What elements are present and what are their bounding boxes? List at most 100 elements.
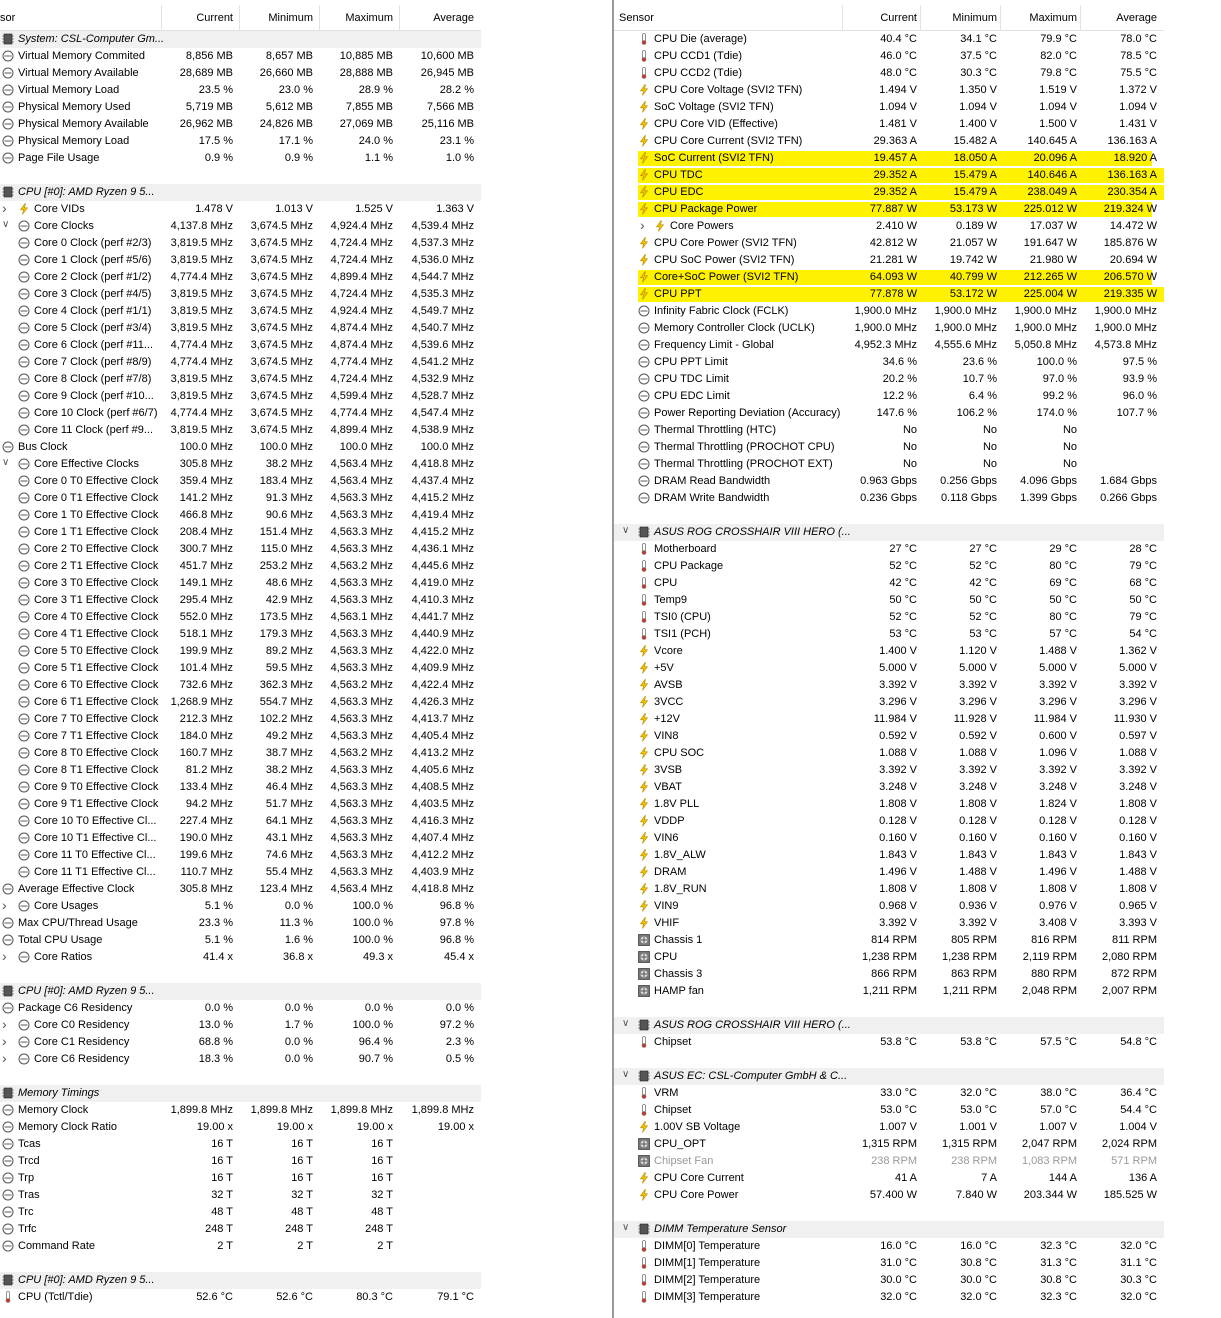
sensor-row[interactable]: Core 8 Clock (perf #7/8) 3,819.5 MHz 3,674… <box>0 371 481 388</box>
sensor-row[interactable]: Core 3 T1 Effective Clock 295.4 MHz 42.9 M… <box>0 592 481 609</box>
sensor-row[interactable]: 1.8V_ALW 1.843 V 1.843 V 1.843 V 1.843 V <box>614 847 1164 864</box>
sensor-row[interactable]: Vcore 1.400 V 1.120 V 1.488 V 1.362 V <box>614 643 1164 660</box>
sensor-row[interactable]: Chipset Fan 238 RPM 238 RPM 1,083 RPM 571 RP… <box>614 1153 1164 1170</box>
sensor-row[interactable]: Core 10 Clock (perf #6/7) 4,774.4 MHz 3,67… <box>0 405 481 422</box>
group-header-row[interactable]: Memory Timings <box>0 1085 481 1102</box>
sensor-row[interactable]: CPU CCD1 (Tdie) 46.0 °C 37.5 °C 82.0 °C 78.5… <box>614 48 1164 65</box>
sensor-row[interactable]: Thermal Throttling (PROCHOT EXT) No No No <box>614 456 1164 473</box>
sensor-row[interactable]: VIN8 0.592 V 0.592 V 0.600 V 0.597 V <box>614 728 1164 745</box>
sensor-row[interactable]: CPU CCD2 (Tdie) 48.0 °C 30.3 °C 79.8 °C 75.5… <box>614 65 1164 82</box>
sensor-row[interactable]: Frequency Limit - Global 4,952.3 MHz 4,555… <box>614 337 1164 354</box>
sensor-row[interactable]: CPU Core Power 57.400 W 7.840 W 203.344 W 18… <box>614 1187 1164 1204</box>
sensor-row[interactable]: Core 2 T0 Effective Clock 300.7 MHz 115.0 … <box>0 541 481 558</box>
sensor-row[interactable]: SoC Current (SVI2 TFN) 19.457 A 18.050 A 20… <box>614 150 1164 167</box>
group-header-row[interactable]: ∨ ASUS ROG CROSSHAIR VIII HERO (... <box>614 524 1164 541</box>
sensor-row[interactable]: CPU Core Current 41 A 7 A 144 A 136 A <box>614 1170 1164 1187</box>
sensor-row[interactable]: CPU (Tctl/Tdie) 52.6 °C 52.6 °C 80.3 °C 79.1… <box>0 1289 481 1306</box>
sensor-row[interactable]: Chassis 3 866 RPM 863 RPM 880 RPM 872 RPM <box>614 966 1164 983</box>
group-header-row[interactable]: ∨ DIMM Temperature Sensor <box>614 1221 1164 1238</box>
group-header-row[interactable]: ∨ ASUS ROG CROSSHAIR VIII HERO (... <box>614 1017 1164 1034</box>
sensor-row[interactable]: Memory Clock 1,899.8 MHz 1,899.8 MHz 1,899.… <box>0 1102 481 1119</box>
sensor-row[interactable]: Tcas 16 T 16 T 16 T <box>0 1136 481 1153</box>
sensor-row[interactable]: Core 11 T0 Effective Cl... 199.6 MHz 74.6 … <box>0 847 481 864</box>
sensor-row[interactable]: CPU SOC 1.088 V 1.088 V 1.096 V 1.088 V <box>614 745 1164 762</box>
group-header-row[interactable]: CPU [#0]: AMD Ryzen 9 5... <box>0 1272 481 1289</box>
sensor-row[interactable]: Core 6 Clock (perf #11... 4,774.4 MHz 3,67… <box>0 337 481 354</box>
sensor-row[interactable]: 3VSB 3.392 V 3.392 V 3.392 V 3.392 V <box>614 762 1164 779</box>
sensor-row[interactable]: Core 8 T1 Effective Clock 81.2 MHz 38.2 MH… <box>0 762 481 779</box>
sensor-row[interactable]: SoC Voltage (SVI2 TFN) 1.094 V 1.094 V 1.09… <box>614 99 1164 116</box>
sensor-row[interactable]: Trfc 248 T 248 T 248 T <box>0 1221 481 1238</box>
sensor-row[interactable]: DIMM[1] Temperature 31.0 °C 30.8 °C 31.3 °C… <box>614 1255 1164 1272</box>
sensor-row[interactable]: Command Rate 2 T 2 T 2 T <box>0 1238 481 1255</box>
sensor-row[interactable]: TSI1 (PCH) 53 °C 53 °C 57 °C 54 °C <box>614 626 1164 643</box>
sensor-row[interactable]: Motherboard 27 °C 27 °C 29 °C 28 °C <box>614 541 1164 558</box>
sensor-row[interactable]: VHIF 3.392 V 3.392 V 3.408 V 3.393 V <box>614 915 1164 932</box>
sensor-row[interactable]: AVSB 3.392 V 3.392 V 3.392 V 3.392 V <box>614 677 1164 694</box>
sensor-row[interactable]: Average Effective Clock 305.8 MHz 123.4 MH… <box>0 881 481 898</box>
sensor-row[interactable]: Virtual Memory Available 28,689 MB 26,660 … <box>0 65 481 82</box>
sensor-row[interactable]: Core 0 Clock (perf #2/3) 3,819.5 MHz 3,674… <box>0 235 481 252</box>
sensor-row[interactable]: CPU Core Current (SVI2 TFN) 29.363 A 15.48… <box>614 133 1164 150</box>
sensor-row[interactable]: Core 1 T1 Effective Clock 208.4 MHz 151.4 … <box>0 524 481 541</box>
group-header-row[interactable]: CPU [#0]: AMD Ryzen 9 5... <box>0 184 481 201</box>
sensor-row[interactable]: Core 10 T1 Effective Cl... 190.0 MHz 43.1 … <box>0 830 481 847</box>
sensor-row[interactable]: HAMP fan 1,211 RPM 1,211 RPM 2,048 RPM 2,007… <box>614 983 1164 1000</box>
sensor-row[interactable]: VIN6 0.160 V 0.160 V 0.160 V 0.160 V <box>614 830 1164 847</box>
expand-chevron-icon[interactable]: › <box>640 217 645 233</box>
sensor-row[interactable]: ∨ Core Clocks 4,137.8 MHz 3,674.5 MHz 4,924.… <box>0 218 481 235</box>
sensor-row[interactable]: Core 3 Clock (perf #4/5) 3,819.5 MHz 3,674… <box>0 286 481 303</box>
sensor-row[interactable]: Chipset 53.0 °C 53.0 °C 57.0 °C 54.4 °C <box>614 1102 1164 1119</box>
sensor-row[interactable]: Core 10 T0 Effective Cl... 227.4 MHz 64.1 … <box>0 813 481 830</box>
sensor-row[interactable]: 1.00V SB Voltage 1.007 V 1.001 V 1.007 V 1.0… <box>614 1119 1164 1136</box>
sensor-row[interactable]: CPU Core VID (Effective) 1.481 V 1.400 V 1.… <box>614 116 1164 133</box>
sensor-row[interactable]: Core 2 T1 Effective Clock 451.7 MHz 253.2 … <box>0 558 481 575</box>
sensor-row[interactable]: VBAT 3.248 V 3.248 V 3.248 V 3.248 V <box>614 779 1164 796</box>
sensor-row[interactable]: CPU SoC Power (SVI2 TFN) 21.281 W 19.742 W… <box>614 252 1164 269</box>
sensor-row[interactable]: CPU TDC Limit 20.2 % 10.7 % 97.0 % 93.9 % <box>614 371 1164 388</box>
header-maximum[interactable]: Maximum <box>1029 12 1077 24</box>
sensor-row[interactable]: TSI0 (CPU) 52 °C 52 °C 80 °C 79 °C <box>614 609 1164 626</box>
sensor-row[interactable]: 1.8V_RUN 1.808 V 1.808 V 1.808 V 1.808 V <box>614 881 1164 898</box>
sensor-row[interactable]: Core 9 Clock (perf #10... 3,819.5 MHz 3,67… <box>0 388 481 405</box>
sensor-row[interactable]: Power Reporting Deviation (Accuracy) 147.… <box>614 405 1164 422</box>
sensor-row[interactable]: Core 11 Clock (perf #9... 3,819.5 MHz 3,67… <box>0 422 481 439</box>
sensor-row[interactable]: CPU Die (average) 40.4 °C 34.1 °C 79.9 °C 78… <box>614 31 1164 48</box>
sensor-row[interactable]: Physical Memory Used 5,719 MB 5,612 MB 7,85… <box>0 99 481 116</box>
sensor-row[interactable]: DIMM[0] Temperature 16.0 °C 16.0 °C 32.3 °C… <box>614 1238 1164 1255</box>
sensor-row[interactable]: CPU TDC 29.352 A 15.479 A 140.646 A 136.163 … <box>614 167 1164 184</box>
sensor-row[interactable]: › Core VIDs 1.478 V 1.013 V 1.525 V 1.363 V <box>0 200 481 218</box>
sensor-row[interactable]: DRAM 1.496 V 1.488 V 1.496 V 1.488 V <box>614 864 1164 881</box>
sensor-row[interactable]: Memory Clock Ratio 19.00 x 19.00 x 19.00 x 1… <box>0 1119 481 1136</box>
sensor-row[interactable]: Physical Memory Load 17.5 % 17.1 % 24.0 % 23… <box>0 133 481 150</box>
sensor-row[interactable]: Core 7 Clock (perf #8/9) 4,774.4 MHz 3,674… <box>0 354 481 371</box>
sensor-row[interactable]: Thermal Throttling (PROCHOT CPU) No No No <box>614 439 1164 456</box>
sensor-row[interactable]: › Core C1 Residency 68.8 % 0.0 % 96.4 % 2.3 % <box>0 1033 481 1051</box>
header-average[interactable]: Average <box>1116 12 1157 24</box>
collapse-chevron-icon[interactable]: ∨ <box>2 457 9 468</box>
sensor-row[interactable]: CPU Core Power (SVI2 TFN) 42.812 W 21.057 … <box>614 235 1164 252</box>
sensor-row[interactable]: Core 5 T0 Effective Clock 199.9 MHz 89.2 M… <box>0 643 481 660</box>
sensor-row[interactable]: Trp 16 T 16 T 16 T <box>0 1170 481 1187</box>
sensor-row[interactable]: 1.8V PLL 1.808 V 1.808 V 1.824 V 1.808 V <box>614 796 1164 813</box>
collapse-chevron-icon[interactable]: ∨ <box>622 1018 629 1029</box>
sensor-row[interactable]: +5V 5.000 V 5.000 V 5.000 V 5.000 V <box>614 660 1164 677</box>
sensor-row[interactable]: Bus Clock 100.0 MHz 100.0 MHz 100.0 MHz 100.… <box>0 439 481 456</box>
sensor-row[interactable]: +12V 11.984 V 11.928 V 11.984 V 11.930 V <box>614 711 1164 728</box>
sensor-row[interactable]: CPU Package Power 77.887 W 53.173 W 225.012… <box>614 201 1164 218</box>
sensor-row[interactable]: Core 6 T1 Effective Clock 1,268.9 MHz 554.… <box>0 694 481 711</box>
sensor-row[interactable]: Memory Controller Clock (UCLK) 1,900.0 MH… <box>614 320 1164 337</box>
sensor-row[interactable]: Core 3 T0 Effective Clock 149.1 MHz 48.6 M… <box>0 575 481 592</box>
sensor-row[interactable]: Chassis 1 814 RPM 805 RPM 816 RPM 811 RPM <box>614 932 1164 949</box>
sensor-row[interactable]: Core 7 T0 Effective Clock 212.3 MHz 102.2 … <box>0 711 481 728</box>
sensor-row[interactable]: CPU_OPT 1,315 RPM 1,315 RPM 2,047 RPM 2,024 … <box>614 1136 1164 1153</box>
header-current[interactable]: Current <box>196 12 233 24</box>
collapse-chevron-icon[interactable]: ∨ <box>622 1222 629 1233</box>
sensor-row[interactable]: CPU Core Voltage (SVI2 TFN) 1.494 V 1.350 … <box>614 82 1164 99</box>
header-minimum[interactable]: Minimum <box>268 12 313 24</box>
sensor-row[interactable]: › Core Powers 2.410 W 0.189 W 17.037 W 14.472… <box>614 217 1164 235</box>
sensor-row[interactable]: Trcd 16 T 16 T 16 T <box>0 1153 481 1170</box>
collapse-chevron-icon[interactable]: ∨ <box>2 219 9 230</box>
sensor-row[interactable]: CPU 1,238 RPM 1,238 RPM 2,119 RPM 2,080 RPM <box>614 949 1164 966</box>
sensor-row[interactable]: › Core C6 Residency 18.3 % 0.0 % 90.7 % 0.5 % <box>0 1050 481 1068</box>
